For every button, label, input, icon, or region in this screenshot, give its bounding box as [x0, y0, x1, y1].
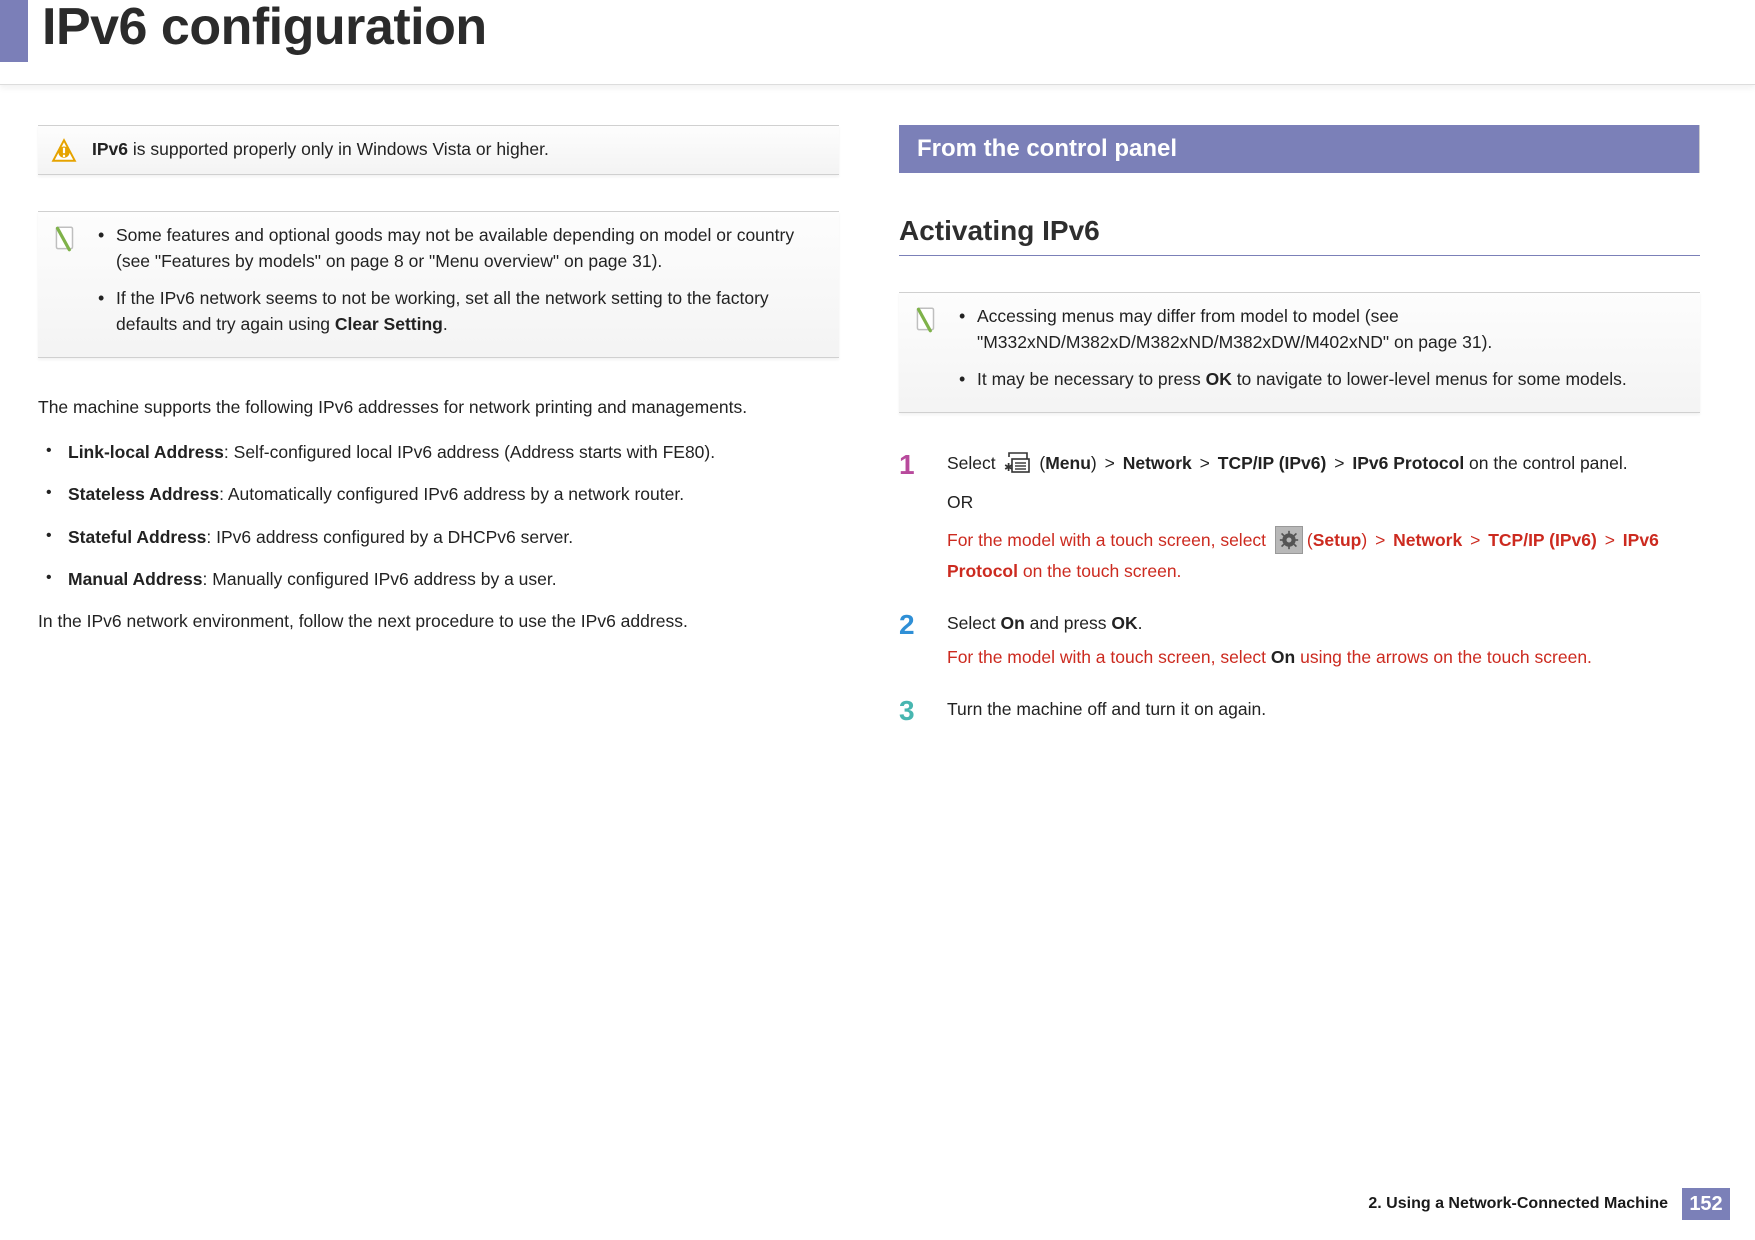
manual-page: IPv6 configuration IPv6 is supported pro…	[0, 0, 1755, 1240]
step-1-touch-variant: For the model with a touch screen, selec…	[947, 526, 1700, 585]
svg-text:✱: ✱	[1004, 462, 1013, 474]
note-item-1: Accessing menus may differ from model to…	[955, 303, 1684, 356]
note-item-2: If the IPv6 network seems to not be work…	[94, 285, 823, 338]
step-1: 1 Select ✱ (Menu) > Ne	[899, 449, 1700, 585]
page-footer: 2. Using a Network-Connected Machine 152	[1368, 1188, 1730, 1220]
left-column: IPv6 is supported properly only in Windo…	[38, 125, 839, 747]
warning-icon	[50, 136, 78, 164]
addr-stateless: Stateless Address: Automatically configu…	[38, 481, 839, 507]
note-icon	[911, 303, 941, 337]
page-header: IPv6 configuration	[0, 0, 1755, 85]
note-item-2: It may be necessary to press OK to navig…	[955, 366, 1684, 392]
note-text: Some features and optional goods may not…	[94, 222, 823, 347]
alert-box-ipv6-support: IPv6 is supported properly only in Windo…	[38, 125, 839, 175]
note-item-1: Some features and optional goods may not…	[94, 222, 823, 275]
right-column: From the control panel Activating IPv6 A…	[899, 125, 1700, 747]
step-3: 3 Turn the machine off and turn it on ag…	[899, 695, 1700, 723]
note-icon	[50, 222, 80, 256]
alert-strong: IPv6	[92, 139, 128, 159]
step-2-touch-variant: For the model with a touch screen, selec…	[947, 643, 1700, 671]
note-box-menus: Accessing menus may differ from model to…	[899, 292, 1700, 413]
step-2: 2 Select On and press OK. For the model …	[899, 609, 1700, 671]
addr-manual: Manual Address: Manually configured IPv6…	[38, 566, 839, 592]
menu-icon: ✱	[1003, 451, 1033, 475]
note-text: Accessing menus may differ from model to…	[955, 303, 1684, 402]
setup-gear-icon	[1275, 526, 1303, 554]
step-number-3: 3	[899, 689, 915, 734]
note-box-features: Some features and optional goods may not…	[38, 211, 839, 358]
or-separator: OR	[947, 488, 1700, 516]
section-heading-bar: From the control panel	[899, 125, 1700, 173]
page-title: IPv6 configuration	[42, 0, 487, 55]
address-type-list: Link-local Address: Self-configured loca…	[38, 439, 839, 592]
chapter-label: 2. Using a Network-Connected Machine	[1368, 1195, 1668, 1213]
addr-stateful: Stateful Address: IPv6 address configure…	[38, 524, 839, 550]
steps-list: 1 Select ✱ (Menu) > Ne	[899, 449, 1700, 723]
step-number-1: 1	[899, 443, 915, 488]
intro-paragraph: The machine supports the following IPv6 …	[38, 394, 839, 421]
header-accent-tab	[0, 0, 28, 62]
section-heading: From the control panel	[917, 135, 1177, 163]
alert-rest: is supported properly only in Windows Vi…	[128, 139, 549, 159]
content-columns: IPv6 is supported properly only in Windo…	[0, 85, 1755, 747]
page-number: 152	[1682, 1188, 1730, 1220]
addr-linklocal: Link-local Address: Self-configured loca…	[38, 439, 839, 465]
step-number-2: 2	[899, 603, 915, 648]
subsection-heading: Activating IPv6	[899, 215, 1700, 256]
outro-paragraph: In the IPv6 network environment, follow …	[38, 608, 839, 635]
alert-text: IPv6 is supported properly only in Windo…	[92, 136, 549, 162]
